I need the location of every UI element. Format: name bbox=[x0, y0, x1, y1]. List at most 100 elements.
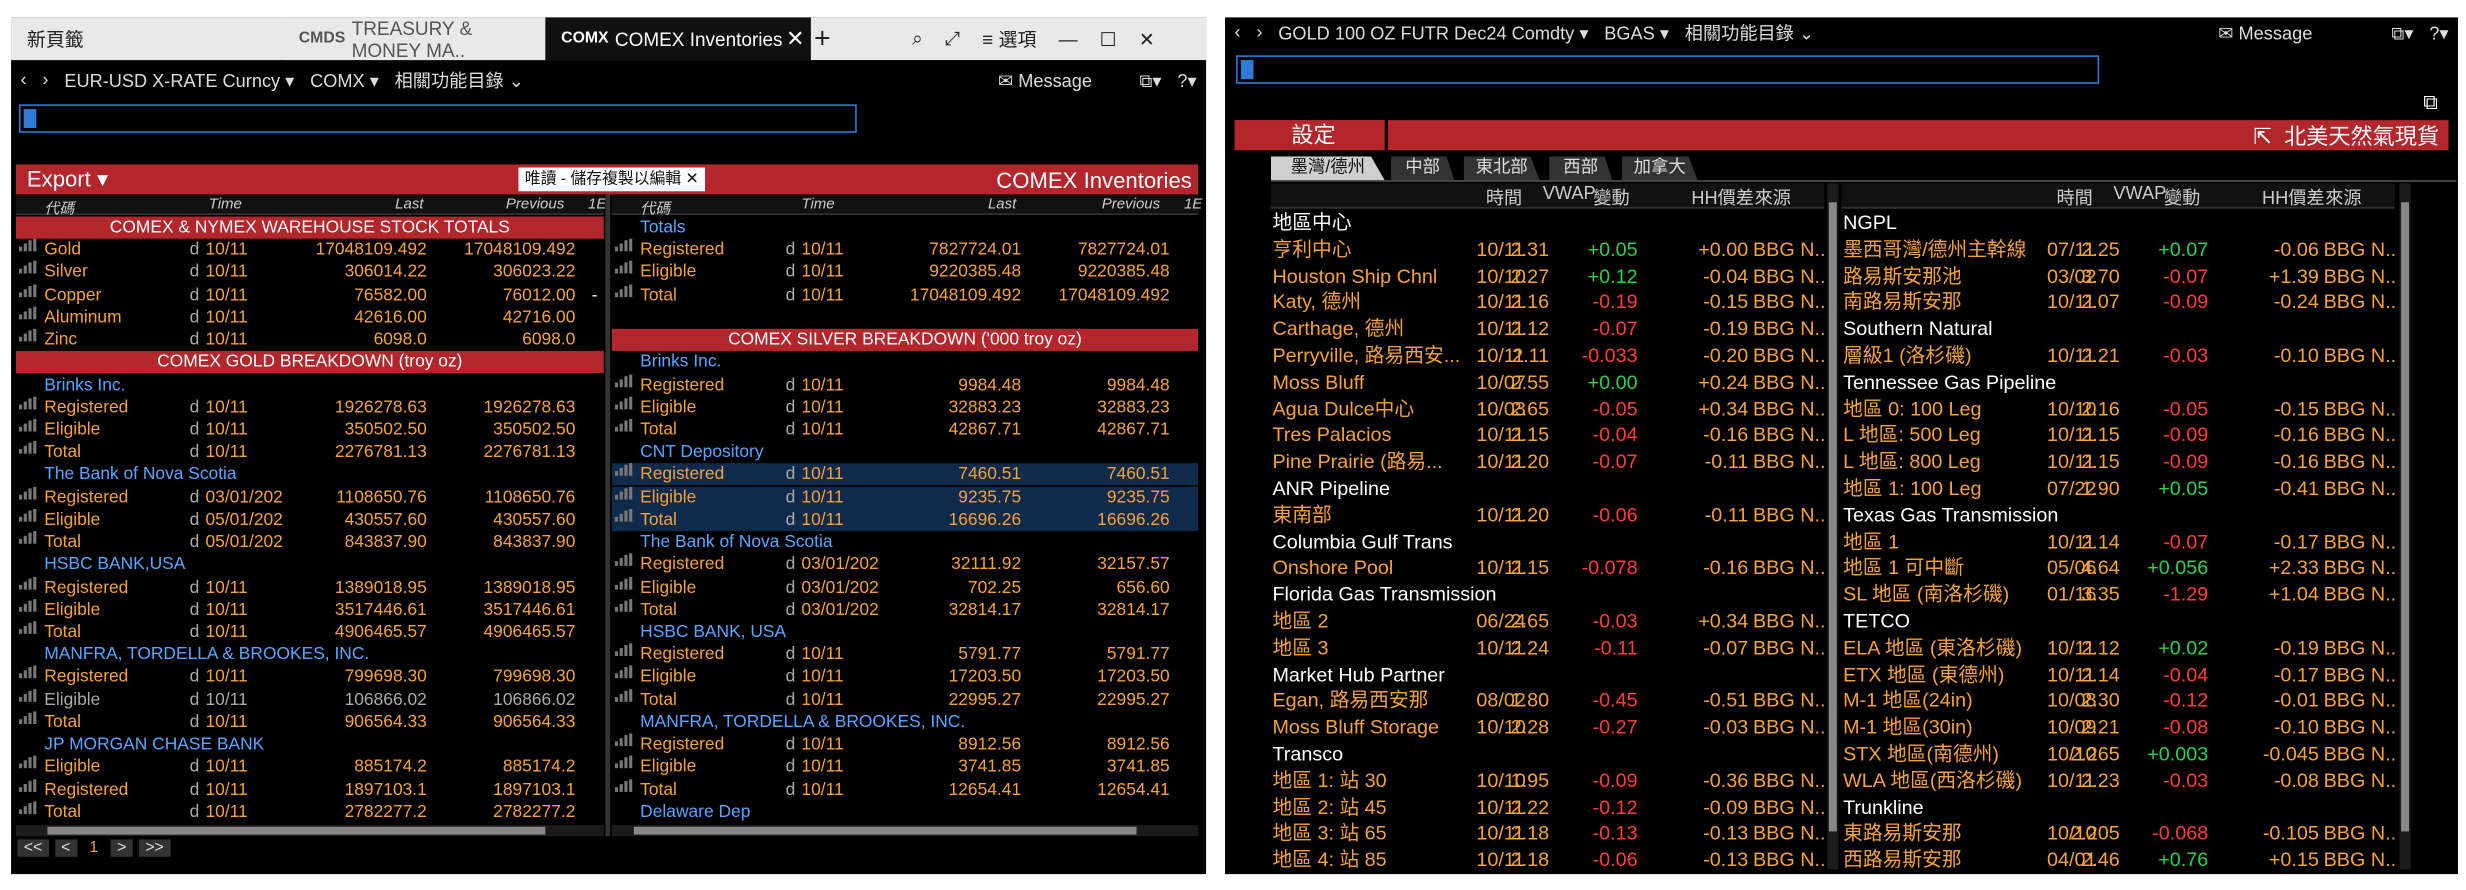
table-row[interactable]: 地區 1: 100 Leg 07/22 1.90 +0.05 -0.41 BBG N... bbox=[1842, 476, 2395, 503]
layout-icon[interactable]: ⧉▾ bbox=[2391, 21, 2413, 45]
table-row[interactable]: Registered d 10/11 7460.51 7460.51 bbox=[611, 463, 1199, 486]
chart-bars-icon[interactable] bbox=[614, 576, 634, 589]
chart-bars-icon[interactable] bbox=[614, 463, 634, 477]
table-row[interactable]: Aluminum d 10/11 42616.00 42716.00 bbox=[16, 306, 604, 328]
table-row[interactable]: 地區 2: 站 45 10/11 2.22 -0.12 -0.09 BBG N... bbox=[1271, 794, 1824, 821]
h-scrollbar-right[interactable] bbox=[611, 825, 1199, 837]
minimize-icon[interactable]: — bbox=[1059, 28, 1078, 50]
table-row[interactable]: Delaware Dep bbox=[612, 801, 1198, 823]
expand-icon[interactable]: ⤢ bbox=[945, 27, 960, 51]
chart-bars-icon[interactable] bbox=[18, 711, 38, 724]
forward-icon[interactable]: › bbox=[1256, 24, 1262, 43]
table-row[interactable]: Moss Bluff 10/07 2.55 +0.00 +0.24 BBG N... bbox=[1271, 370, 1824, 397]
table-row[interactable]: 地區 2 06/24 2.65 -0.03 +0.34 BBG N... bbox=[1271, 609, 1824, 636]
search-icon[interactable]: ⌕ bbox=[912, 27, 923, 51]
table-row[interactable]: M-1 地區(24in) 10/08 2.30 -0.12 -0.01 BBG N... bbox=[1842, 688, 2395, 715]
table-row[interactable]: ANR Pipeline bbox=[1271, 476, 1824, 503]
table-row[interactable]: 西路易斯安那 04/01 2.46 +0.76 +0.15 BBG N... bbox=[1842, 848, 2395, 868]
chart-bars-icon[interactable] bbox=[18, 239, 38, 252]
table-row[interactable]: Eligible d 10/11 17203.50 17203.50 bbox=[612, 666, 1198, 688]
table-row[interactable]: Onshore Pool 10/11 2.15 -0.078 -0.16 BBG N... bbox=[1271, 555, 1824, 582]
table-row[interactable]: COMEX GOLD BREAKDOWN (troy oz) bbox=[15, 351, 604, 374]
chart-bars-icon[interactable] bbox=[18, 283, 38, 297]
chart-bars-icon[interactable] bbox=[18, 441, 38, 454]
table-row[interactable]: 墨西哥灣/德州主幹線 07/11 2.25 +0.07 -0.06 BBG N... bbox=[1842, 237, 2395, 264]
table-row[interactable]: Gold d 10/11 17048109.492 17048109.492 bbox=[16, 239, 604, 261]
table-row[interactable]: Registered d 10/11 7827724.01 7827724.01 bbox=[612, 239, 1198, 261]
related-menu[interactable]: 相關功能目錄 ⌄ bbox=[395, 68, 524, 93]
chart-bars-icon[interactable] bbox=[18, 621, 38, 634]
table-row[interactable]: 地區 0: 100 Leg 10/10 2.16 -0.05 -0.15 BBG N... bbox=[1842, 396, 2395, 423]
table-row[interactable]: MANFRA, TORDELLA & BROOKES, INC. bbox=[612, 711, 1198, 733]
table-row[interactable]: Registered d 10/11 5791.77 5791.77 bbox=[612, 643, 1198, 666]
help-icon[interactable]: ?▾ bbox=[1177, 70, 1196, 92]
table-row[interactable]: Pine Prairie (路易... 10/11 2.20 -0.07 -0.11 BB… bbox=[1271, 449, 1824, 476]
chart-bars-icon[interactable] bbox=[614, 733, 634, 747]
next-page-button[interactable]: > bbox=[110, 839, 133, 857]
table-row[interactable]: Total d 10/11 17048109.492 17048109.492 bbox=[612, 283, 1198, 306]
table-row[interactable]: Total d 10/11 4906465.57 4906465.57 bbox=[16, 621, 604, 643]
chart-bars-icon[interactable] bbox=[18, 306, 38, 320]
chart-bars-icon[interactable] bbox=[614, 373, 634, 387]
tab-cmds[interactable]: CMDS TREASURY & MONEY MA.. bbox=[282, 17, 546, 61]
table-row[interactable]: L 地區: 500 Leg 10/11 2.15 -0.09 -0.16 BBG N... bbox=[1842, 423, 2395, 450]
table-row[interactable]: 地區 1: 站 30 10/10 1.95 -0.09 -0.36 BBG N... bbox=[1271, 768, 1824, 795]
table-row[interactable]: 地區 1 10/11 2.14 -0.07 -0.17 BBG N... bbox=[1842, 529, 2395, 556]
chart-bars-icon[interactable] bbox=[614, 778, 634, 792]
table-row[interactable]: Eligible d 10/11 3741.85 3741.85 bbox=[612, 755, 1198, 778]
chart-bars-icon[interactable] bbox=[614, 643, 634, 657]
table-row[interactable]: Florida Gas Transmission bbox=[1271, 582, 1824, 609]
chart-bars-icon[interactable] bbox=[18, 800, 38, 814]
layout-icon[interactable]: ⧉▾ bbox=[1139, 69, 1161, 93]
table-row[interactable]: Registered d 10/11 8912.56 8912.56 bbox=[612, 733, 1198, 756]
table-row[interactable]: 地區 1 可中斷 05/06 4.64 +0.056 +2.33 BBG N... bbox=[1842, 555, 2395, 582]
new-tab-icon[interactable]: + bbox=[814, 22, 831, 55]
table-row[interactable]: Agua Dulce中心 10/03 2.65 -0.05 +0.34 BBG N... bbox=[1271, 396, 1824, 423]
table-row[interactable]: Texas Gas Transmission bbox=[1842, 502, 2395, 529]
table-row[interactable]: Registered d 10/11 1389018.95 1389018.95 bbox=[16, 576, 604, 598]
table-row[interactable]: Tennessee Gas Pipeline bbox=[1842, 370, 2395, 397]
back-icon[interactable]: ‹ bbox=[21, 71, 27, 90]
table-row[interactable]: Eligible d 10/11 885174.2 885174.2 bbox=[16, 755, 604, 778]
message-button[interactable]: ✉ Message bbox=[2218, 22, 2312, 44]
table-row[interactable]: Total d 10/11 42867.71 42867.71 bbox=[612, 418, 1198, 441]
table-row[interactable]: Registered d 03/01/202 32111.92 32157.57 bbox=[612, 553, 1198, 576]
table-row[interactable]: HSBC BANK, USA bbox=[612, 621, 1198, 643]
table-row[interactable]: Eligible d 10/11 9235.75 9235.75 bbox=[611, 486, 1199, 509]
chart-bars-icon[interactable] bbox=[18, 531, 38, 544]
table-row[interactable]: Copper d 10/11 76582.00 76012.00- bbox=[16, 283, 604, 306]
table-row[interactable]: NGPL bbox=[1842, 210, 2395, 237]
v-scrollbar-right[interactable] bbox=[2399, 183, 2411, 870]
message-button[interactable]: ✉ Message bbox=[998, 70, 1092, 92]
table-row[interactable]: Total d 10/11 906564.33 906564.33 bbox=[16, 711, 604, 733]
table-row[interactable]: Trunkline bbox=[1842, 794, 2395, 821]
table-row[interactable]: Brinks Inc. bbox=[16, 374, 604, 396]
table-row[interactable]: MANFRA, TORDELLA & BROOKES, INC. bbox=[16, 644, 604, 666]
table-row[interactable]: Eligible d 05/01/202 430557.60 430557.60 bbox=[16, 508, 604, 531]
table-row[interactable]: Registered d 10/11 799698.30 799698.30 bbox=[16, 666, 604, 688]
table-row[interactable]: ELA 地區 (東洛杉磯) 10/11 2.12 +0.02 -0.19 BBG N... bbox=[1842, 635, 2395, 662]
table-row[interactable]: 地區 3: 站 65 10/11 2.18 -0.13 -0.13 BBG N... bbox=[1271, 821, 1824, 848]
table-row[interactable]: Registered d 10/11 9984.48 9984.48 bbox=[612, 373, 1198, 396]
back-icon[interactable]: ‹ bbox=[1235, 24, 1241, 43]
menu-icon[interactable]: ≡ 選項 bbox=[982, 25, 1036, 52]
security-field[interactable]: EUR-USD X-RATE Curncy ▾ bbox=[64, 70, 294, 92]
table-row[interactable]: Eligible d 03/01/202 702.25 656.60 bbox=[612, 576, 1198, 598]
close-badge-icon[interactable]: ✕ bbox=[686, 171, 699, 188]
table-row[interactable]: Tres Palacios 10/11 2.15 -0.04 -0.16 BBG N... bbox=[1271, 423, 1824, 450]
table-row[interactable]: JP MORGAN CHASE BANK bbox=[16, 734, 604, 756]
table-row[interactable]: 層級1 (洛杉磯) 10/11 2.21 -0.03 -0.10 BBG N... bbox=[1842, 343, 2395, 370]
table-row[interactable]: Eligible d 10/11 3517446.61 3517446.61 bbox=[16, 598, 604, 621]
chart-bars-icon[interactable] bbox=[18, 486, 38, 499]
prev-page-button[interactable]: < bbox=[54, 839, 77, 857]
last-page-button[interactable]: >> bbox=[139, 839, 171, 857]
chart-bars-icon[interactable] bbox=[614, 508, 634, 522]
chart-bars-icon[interactable] bbox=[614, 396, 634, 410]
table-row[interactable]: Totals bbox=[612, 217, 1198, 239]
table-row[interactable]: Registered d 10/11 1897103.1 1897103.1 bbox=[16, 778, 604, 800]
chart-bars-icon[interactable] bbox=[614, 666, 634, 679]
table-row[interactable]: 東南部 10/11 2.20 -0.06 -0.11 BBG N... bbox=[1271, 502, 1824, 529]
chart-bars-icon[interactable] bbox=[18, 666, 38, 679]
chart-bars-icon[interactable] bbox=[18, 261, 38, 275]
chart-bars-icon[interactable] bbox=[614, 598, 634, 612]
